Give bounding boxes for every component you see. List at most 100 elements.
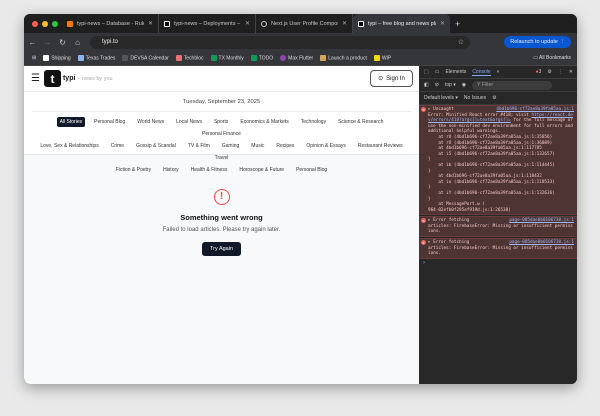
category-link[interactable]: Gossip & Scandal	[133, 140, 179, 152]
close-devtools-icon[interactable]: ✕	[569, 69, 573, 75]
bookmark[interactable]: TX Monthly	[210, 54, 244, 61]
console-error[interactable]: ✕ 4bd1b696-cf72ae8a39fa05aa.js:1 ▸ Uncaugh…	[419, 105, 577, 216]
category-link[interactable]: Restaurant Reviews	[355, 140, 406, 152]
reload-icon[interactable]: ↻	[56, 38, 69, 47]
bookmark[interactable]: Launch a product	[320, 54, 367, 62]
tab-elements[interactable]: Elements	[445, 69, 466, 75]
bookmark[interactable]: WIP	[373, 54, 391, 61]
error-icon: ✕	[421, 218, 426, 224]
inspect-icon[interactable]: ⬚	[424, 69, 429, 75]
close-tab-icon[interactable]: ✕	[148, 20, 153, 27]
category-link[interactable]: Music	[248, 140, 267, 152]
close-tab-icon[interactable]: ✕	[342, 20, 347, 27]
category-link[interactable]: Fiction & Poetry	[113, 164, 154, 176]
category-link[interactable]: Science & Research	[335, 116, 386, 128]
log-levels-select[interactable]: Default levels ▾	[424, 95, 458, 101]
minimize-window-button[interactable]	[42, 20, 48, 27]
home-icon[interactable]: ⌂	[71, 38, 84, 47]
error-state: ! Something went wrong Failed to load ar…	[24, 189, 419, 256]
url-input[interactable]: typi.to ☆	[90, 35, 470, 49]
menu-icon[interactable]: ☰	[31, 73, 40, 84]
browser-tab[interactable]: typi-news – Deployments – V ✕	[159, 14, 256, 33]
typi-favicon	[358, 20, 364, 27]
filter-input[interactable]: Y Filter	[472, 80, 553, 90]
stack-frame[interactable]: at i5 (4bd1b696-cf72ae8a39fa05aa.js:1:13…	[428, 152, 574, 158]
category-link[interactable]: TV & Film	[185, 140, 213, 152]
category-link[interactable]: All Stories	[56, 117, 86, 127]
tab-console[interactable]: Console	[472, 69, 491, 76]
tab-title: typi – free blog and news pla	[368, 20, 436, 27]
browser-tab[interactable]: typi-news – Database - Rules ✕	[62, 14, 159, 33]
category-link[interactable]: Technology	[298, 116, 329, 128]
bookmark-label: Launch a product	[328, 55, 367, 62]
category-link[interactable]: Recipes	[273, 140, 297, 152]
more-tabs-icon[interactable]: »	[497, 69, 500, 75]
apps-icon[interactable]: ⊞	[32, 55, 36, 61]
tab-title: typi-news – Database - Rules	[77, 20, 144, 27]
more-options-icon[interactable]: ⋮	[558, 69, 563, 75]
category-link[interactable]: History	[160, 164, 182, 176]
browser-tab-active[interactable]: typi – free blog and news pla ✕	[353, 14, 450, 33]
stack-trace: at rO (4bd1b696-cf72ae8a39fa05aa.js:1:35…	[428, 135, 574, 213]
context-select[interactable]: top ▾	[445, 82, 456, 88]
category-link[interactable]: Personal Finance	[199, 128, 244, 140]
bookmark[interactable]: TODO	[250, 54, 273, 61]
maximize-window-button[interactable]	[52, 20, 58, 27]
category-link[interactable]: Love, Sex & Relationships	[37, 140, 101, 152]
sidebar-toggle-icon[interactable]: ◧	[424, 82, 429, 88]
forward-icon[interactable]: →	[41, 38, 54, 47]
category-link[interactable]: Opinion & Essays	[303, 140, 348, 152]
stack-frame[interactable]: at rO (4bd1b696-cf72ae8a39fa05aa.js:1:35…	[428, 135, 574, 141]
error-head: ▸ Error fetching	[428, 240, 470, 246]
live-expression-icon[interactable]: ◉	[462, 82, 466, 88]
devtools-toolbar: ⬚ ▭ Elements Console » ●3 ⚙ ⋮ ✕	[419, 66, 577, 79]
category-link[interactable]: Local News	[173, 116, 205, 128]
bookmark[interactable]: Techbloc	[175, 54, 204, 61]
close-tab-icon[interactable]: ✕	[440, 20, 445, 27]
console-error[interactable]: ✕ page-085dae0b0106730.js:1 ▸ Error fetchi…	[419, 216, 577, 238]
browser-tab[interactable]: Next.js User Profile Compone ✕	[256, 14, 353, 33]
bookmark-star-icon[interactable]: ☆	[458, 38, 464, 46]
sign-in-button[interactable]: ⊙ Sign In	[370, 70, 413, 87]
category-link[interactable]: Travel	[212, 152, 232, 164]
bookmark-label: DEVSA Calendar	[130, 55, 169, 62]
issues-button[interactable]: No Issues	[464, 95, 486, 101]
category-link[interactable]: Economics & Markets	[237, 116, 291, 128]
stack-frame[interactable]: 964-02efb0f295ef919d.js:1:26538)	[428, 208, 574, 214]
try-again-button[interactable]: Try Again	[201, 242, 242, 256]
back-icon[interactable]: ←	[26, 38, 39, 47]
console-settings-icon[interactable]: ⚙	[492, 95, 496, 101]
category-link[interactable]: Health & Fitness	[188, 164, 231, 176]
category-link[interactable]: Personal Blog	[293, 164, 330, 176]
address-bar-row: ← → ↻ ⌂ typi.to ☆ Relaunch to update ⋮	[24, 33, 577, 51]
new-tab-button[interactable]: +	[455, 19, 460, 29]
tab-title: Next.js User Profile Compone	[271, 20, 338, 27]
category-link[interactable]: Personal Blog	[91, 116, 128, 128]
console-error[interactable]: ✕ page-085dae0b0106730.js:1 ▸ Error fetchi…	[419, 238, 577, 259]
category-link[interactable]: Sports	[211, 116, 231, 128]
settings-icon[interactable]: ⚙	[547, 69, 551, 75]
stack-frame[interactable]: at io (4bd1b696-cf72ae8a39fa05aa.js:1:11…	[428, 180, 574, 186]
category-link[interactable]: World News	[134, 116, 167, 128]
device-toolbar-icon[interactable]: ▭	[435, 69, 440, 75]
bookmark[interactable]: Shipping	[43, 54, 71, 61]
error-count-badge[interactable]: ●3	[536, 69, 542, 75]
category-link[interactable]: Horoscope & Future	[236, 164, 287, 176]
clear-console-icon[interactable]: ⊘	[435, 82, 439, 88]
bookmark[interactable]: Max Flutter	[280, 54, 313, 61]
bookmark[interactable]: Texas Trades	[77, 54, 115, 61]
console-toolbar: ◧ ⊘ top ▾ ◉ Y Filter	[419, 79, 577, 92]
console-prompt[interactable]: ›	[419, 260, 577, 266]
relaunch-button[interactable]: Relaunch to update ⋮	[504, 36, 571, 48]
user-icon: ⊙	[378, 76, 384, 82]
stack-frame[interactable]: at iY (4bd1b696-cf72ae8a39fa05aa.js:1:13…	[428, 191, 574, 197]
alert-circle-icon: !	[213, 189, 230, 205]
close-tab-icon[interactable]: ✕	[245, 20, 250, 27]
all-bookmarks[interactable]: ▭ All Bookmarks	[533, 55, 571, 61]
bookmark[interactable]: DEVSA Calendar	[122, 54, 169, 62]
category-link[interactable]: Crime	[108, 140, 127, 152]
category-link[interactable]: Gaming	[219, 140, 243, 152]
site-logo[interactable]: t	[43, 70, 61, 87]
stack-frame[interactable]: at ib (4bd1b696-cf72ae8a39fa05aa.js:1:11…	[428, 163, 574, 169]
close-window-button[interactable]	[32, 20, 38, 27]
